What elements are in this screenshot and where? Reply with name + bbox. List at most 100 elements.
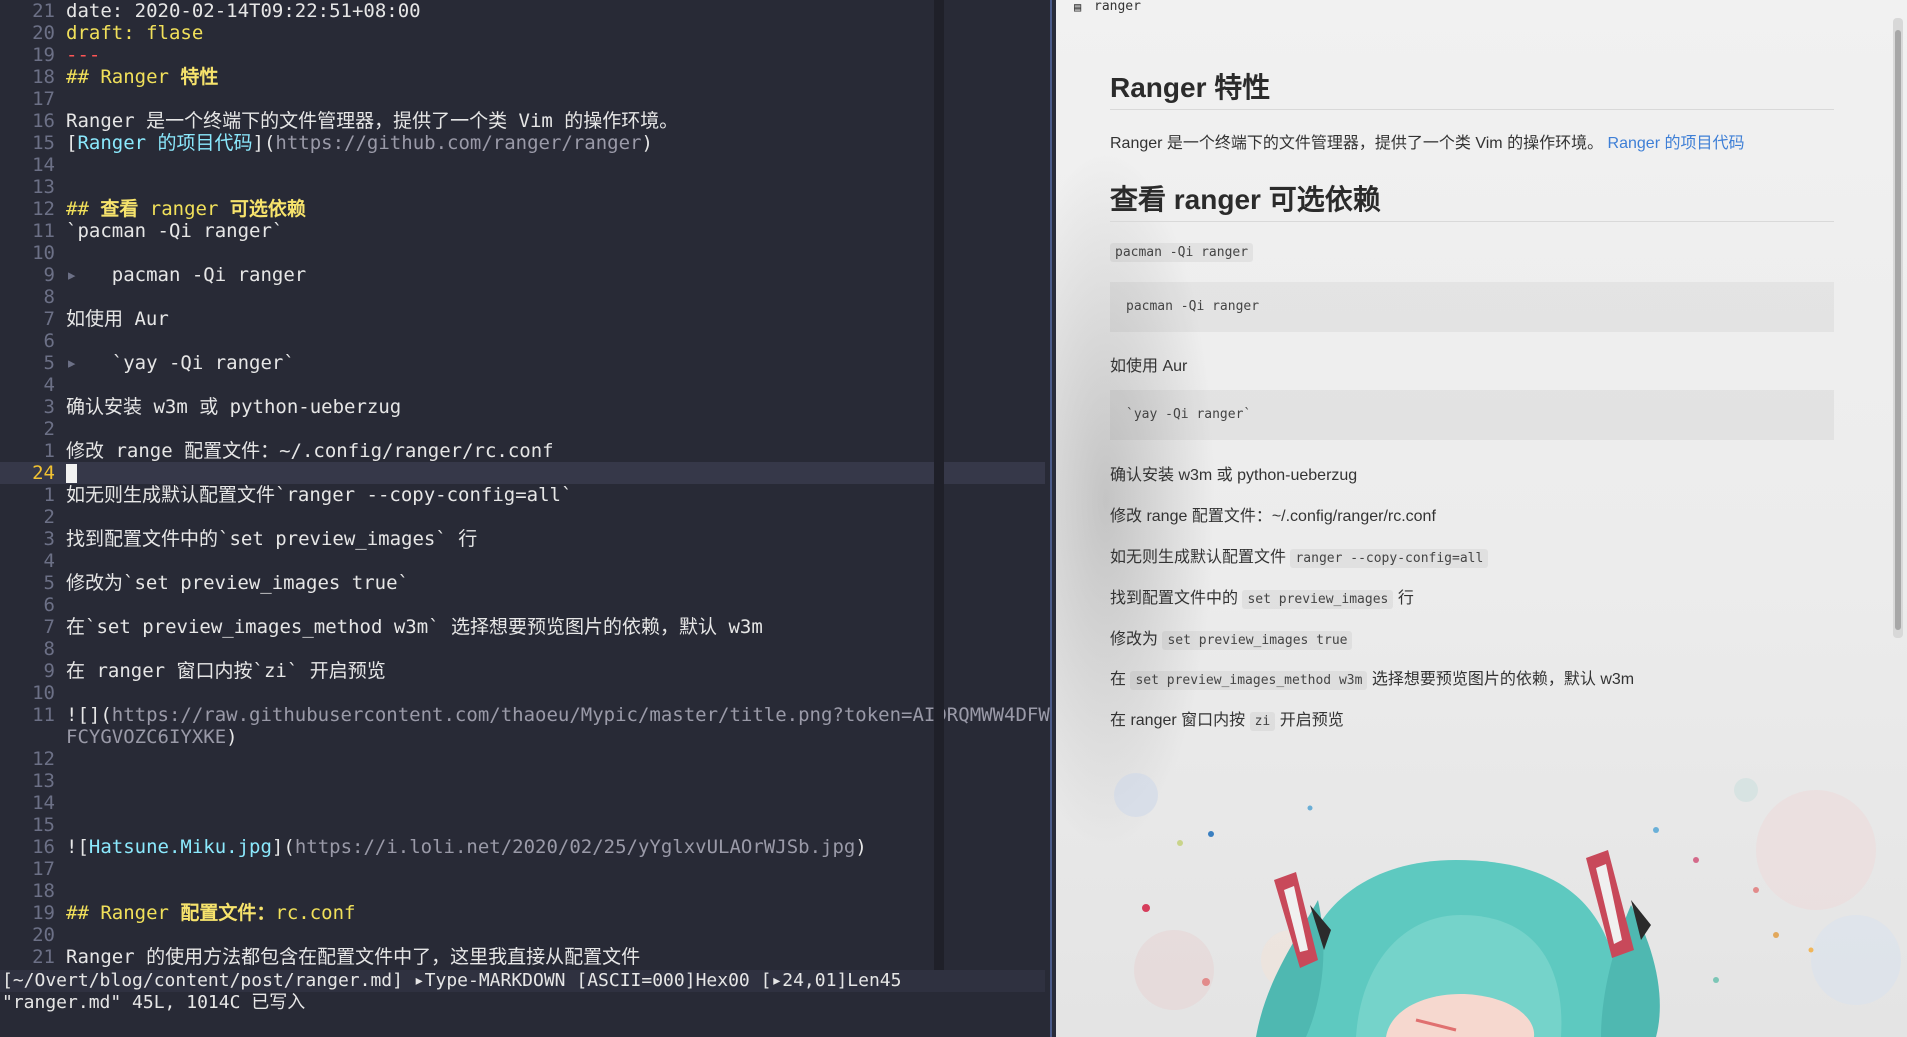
editor-line[interactable]: 17: [0, 858, 1045, 880]
line-number: 1: [43, 484, 55, 506]
line-number: 24: [32, 462, 55, 484]
text-segment: ## Ranger: [66, 66, 181, 88]
intro-paragraph: Ranger 是一个终端下的文件管理器，提供了一个类 Vim 的操作环境。 Ra…: [1110, 129, 1744, 153]
text-segment: 查看: [100, 198, 150, 220]
line-number: 21: [32, 0, 55, 22]
preview-method-prefix: 在: [1110, 671, 1127, 688]
project-code-link[interactable]: Ranger 的项目代码: [1608, 135, 1745, 152]
line-text: 找到配置文件中的`set preview_images` 行: [66, 528, 477, 550]
editor-line[interactable]: 20: [0, 924, 1045, 946]
line-number: 8: [43, 638, 55, 660]
editor-line[interactable]: 5 修改为`set preview_images true`: [0, 572, 1045, 594]
text-segment: pacman -Qi ranger: [88, 264, 307, 286]
code-block-pacman: pacman -Qi ranger: [1110, 282, 1834, 332]
line-text: 确认安装 w3m 或 python-ueberzug: [66, 396, 401, 418]
editor-line[interactable]: 14: [0, 154, 1045, 176]
editor-line[interactable]: 11 ![](https://raw.githubusercontent.com/…: [0, 704, 1050, 748]
editor-line[interactable]: 8: [0, 286, 1045, 308]
line-number: 12: [32, 198, 55, 220]
line-number: 12: [32, 748, 55, 770]
editor-line[interactable]: 3 确认安装 w3m 或 python-ueberzug: [0, 396, 1045, 418]
markdown-link-text: Ranger 的项目代码: [77, 132, 253, 154]
editor-line[interactable]: 2: [0, 506, 1045, 528]
editor-scrollbar[interactable]: [934, 0, 944, 970]
text-segment: ): [855, 836, 867, 858]
text-segment: 找到配置文件中的`set preview_images` 行: [66, 528, 478, 550]
markdown-url: https://i.loli.net/2020/02/25/yYglxvULAO…: [294, 836, 856, 858]
editor-line[interactable]: 14: [0, 792, 1045, 814]
modify-to-prefix: 修改为: [1110, 631, 1159, 648]
text-segment: `pacman -Qi ranger`: [66, 220, 284, 242]
line-text: ---: [66, 44, 100, 66]
zi-suffix: 开启预览: [1279, 712, 1344, 729]
text-segment: ](: [271, 836, 295, 858]
modify-config-paragraph: 修改 range 配置文件：~/.config/ranger/rc.conf: [1110, 508, 1436, 525]
line-number: 17: [32, 88, 55, 110]
editor-line[interactable]: 4: [0, 374, 1045, 396]
editor-line[interactable]: 1 如无则生成默认配置文件`ranger --copy-config=all`: [0, 484, 1045, 506]
editor-line[interactable]: 19 ---: [0, 44, 1045, 66]
preview-scrollbar-thumb[interactable]: [1895, 30, 1901, 630]
editor-line[interactable]: 7 如使用 Aur: [0, 308, 1045, 330]
inline-code-paragraph: pacman -Qi ranger: [1110, 243, 1254, 262]
editor-line[interactable]: 9 在 ranger 窗口内按`zi` 开启预览: [0, 660, 1045, 682]
inline-code-copy-config: ranger --copy-config=all: [1290, 549, 1489, 568]
line-number: 20: [32, 924, 55, 946]
line-text: 修改为`set preview_images true`: [66, 572, 409, 594]
text-segment: Ranger 的使用方法都包含在配置文件中了，这里我直接从配置文件: [66, 946, 641, 968]
text-segment: 特性: [180, 66, 219, 88]
editor-line[interactable]: 19 ## Ranger 配置文件：rc.conf: [0, 902, 1045, 924]
editor-line[interactable]: 7 在`set preview_images_method w3m` 选择想要预览…: [0, 616, 1045, 638]
vim-command-line[interactable]: "ranger.md" 45L, 1014C 已写入: [0, 992, 1045, 1014]
line-number: 3: [43, 528, 55, 550]
editor-line[interactable]: 10: [0, 242, 1045, 264]
editor-line[interactable]: 20 draft: flase: [0, 22, 1045, 44]
editor-line[interactable]: 6: [0, 330, 1045, 352]
editor-buffer[interactable]: 21 date: 2020-02-14T09:22:51+08:00 20 draft…: [0, 0, 1050, 968]
editor-line[interactable]: 16 Ranger 是一个终端下的文件管理器，提供了一个类 Vim 的操作环境。: [0, 110, 1045, 132]
editor-current-line[interactable]: 24: [0, 462, 1045, 484]
editor-line[interactable]: 12 ## 查看 ranger 可选依赖: [0, 198, 1045, 220]
editor-line[interactable]: 18 ## Ranger 特性: [0, 66, 1045, 88]
line-number: 17: [32, 858, 55, 880]
heading-optional-deps: 查看 ranger 可选依赖: [1110, 184, 1381, 215]
editor-line[interactable]: 8: [0, 638, 1045, 660]
editor-line[interactable]: 3 找到配置文件中的`set preview_images` 行: [0, 528, 1045, 550]
editor-line[interactable]: 16 ![Hatsune.Miku.jpg](https://i.loli.net…: [0, 836, 1045, 858]
markdown-preview-pane[interactable]: ▤ ranger Ranger 特性 Ranger 是一个终端下的文件管理器，提…: [1056, 0, 1907, 1037]
editor-line[interactable]: 11 `pacman -Qi ranger`: [0, 220, 1045, 242]
text-segment: `yay -Qi ranger`: [88, 352, 295, 374]
text-segment: ): [226, 726, 238, 748]
line-number: 5: [43, 352, 55, 374]
book-icon: ▤: [1074, 0, 1082, 14]
intro-text: Ranger 是一个终端下的文件管理器，提供了一个类 Vim 的操作环境。: [1110, 135, 1604, 152]
line-number: 7: [43, 616, 55, 638]
editor-line[interactable]: 5 ▸ `yay -Qi ranger`: [0, 352, 1045, 374]
editor-line[interactable]: 18: [0, 880, 1045, 902]
text-segment: ---: [66, 44, 101, 66]
editor-line[interactable]: 21 date: 2020-02-14T09:22:51+08:00: [0, 0, 1045, 22]
generate-config-paragraph: 如无则生成默认配置文件 ranger --copy-config=all: [1110, 543, 1489, 568]
editor-line[interactable]: 9 ▸ pacman -Qi ranger: [0, 264, 1045, 286]
text-segment: 修改 range 配置文件：~/.config/ranger/rc.conf: [66, 440, 554, 462]
editor-line[interactable]: 15: [0, 814, 1045, 836]
vim-editor-pane[interactable]: 21 date: 2020-02-14T09:22:51+08:00 20 draft…: [0, 0, 1052, 1037]
text-segment: ![](: [66, 704, 112, 726]
editor-line[interactable]: 17: [0, 88, 1045, 110]
editor-line[interactable]: 21 Ranger 的使用方法都包含在配置文件中了，这里我直接从配置文件: [0, 946, 1045, 968]
editor-line[interactable]: 13: [0, 770, 1045, 792]
editor-line[interactable]: 4: [0, 550, 1045, 572]
editor-line[interactable]: 15 [Ranger 的项目代码](https://github.com/rang…: [0, 132, 1045, 154]
markdown-url: https://github.com/ranger/ranger: [275, 132, 642, 154]
editor-line[interactable]: 1 修改 range 配置文件：~/.config/ranger/rc.conf: [0, 440, 1045, 462]
editor-line[interactable]: 2: [0, 418, 1045, 440]
editor-line[interactable]: 10: [0, 682, 1045, 704]
inline-code-preview-images: set preview_images: [1242, 590, 1394, 609]
line-number: 19: [32, 44, 55, 66]
line-number: 14: [32, 792, 55, 814]
editor-line[interactable]: 12: [0, 748, 1045, 770]
fold-marker-icon: ▸: [66, 352, 89, 374]
editor-line[interactable]: 6: [0, 594, 1045, 616]
line-number: 13: [32, 176, 55, 198]
editor-line[interactable]: 13: [0, 176, 1045, 198]
